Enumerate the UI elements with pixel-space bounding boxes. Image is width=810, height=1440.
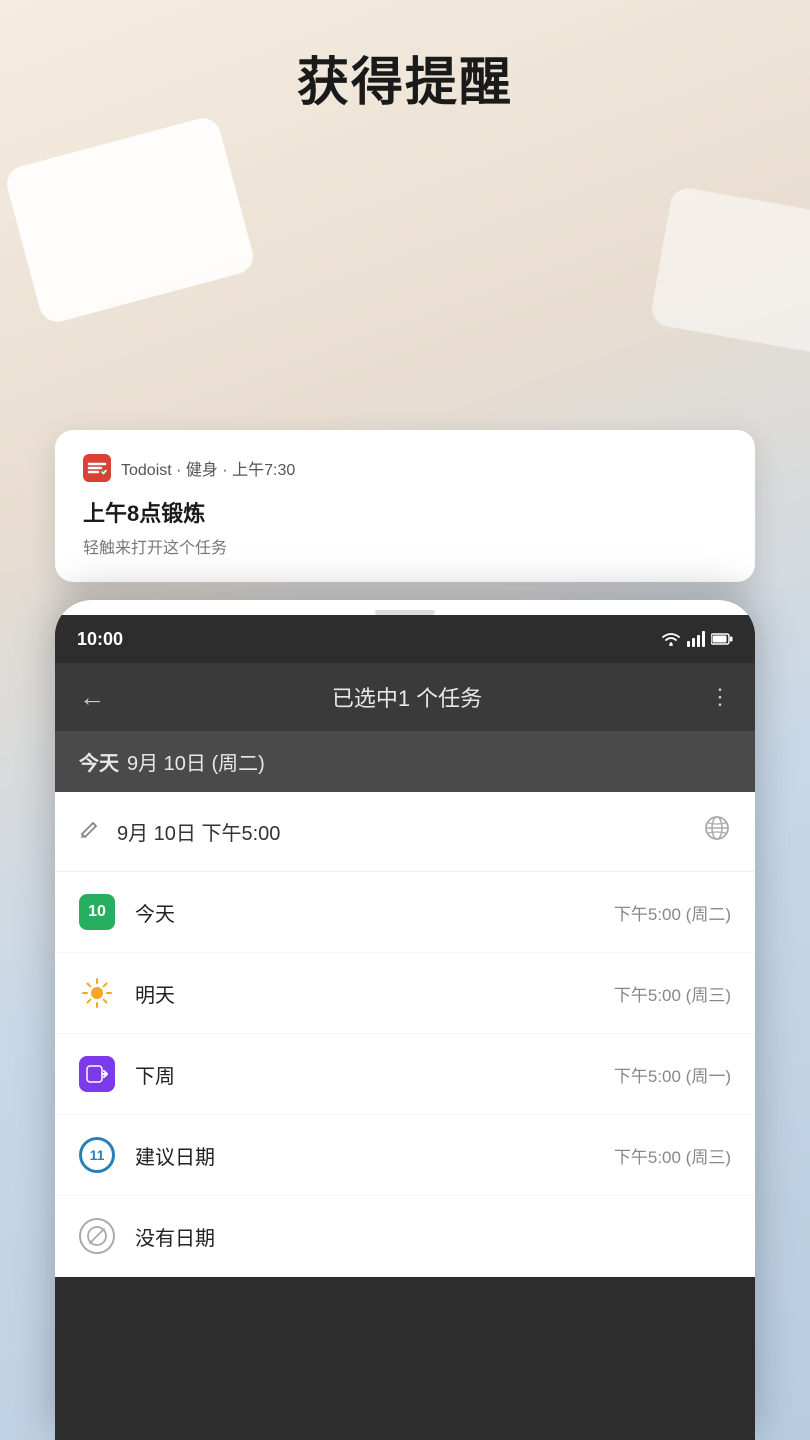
schedule-item-next-week[interactable]: 下周 下午5:00 (周一) (55, 1034, 755, 1115)
schedule-list: 10 今天 下午5:00 (周二) (55, 872, 755, 1277)
back-button[interactable]: ← (79, 682, 105, 713)
notification-header: Todoist · 健身 · 上午7:30 (83, 454, 727, 482)
no-date-label: 没有日期 (135, 1222, 215, 1251)
no-date-icon (79, 1218, 115, 1254)
globe-icon (703, 814, 731, 849)
app-header: ← 已选中1 个任务 ⋮ (55, 663, 755, 731)
page-title: 获得提醒 (0, 40, 810, 115)
status-time: 10:00 (77, 629, 123, 650)
schedule-item-today-left: 10 今天 (79, 894, 175, 930)
phone-mockup: 10:00 ← 已选中1 个任务 ⋮ (55, 600, 755, 1440)
schedule-item-next-week-left: 下周 (79, 1056, 175, 1092)
sun-icon (79, 975, 115, 1011)
next-week-time: 下午5:00 (周一) (614, 1062, 731, 1087)
next-week-icon (79, 1056, 115, 1092)
todoist-logo-icon (83, 454, 111, 482)
more-options-button[interactable]: ⋮ (709, 684, 731, 710)
schedule-item-tomorrow[interactable]: 明天 下午5:00 (周三) (55, 953, 755, 1034)
date-picker-text: 9月 10日 下午5:00 (117, 817, 280, 846)
suggest-label: 建议日期 (135, 1141, 215, 1170)
date-section-header: 今天 9月 10日 (周二) (55, 731, 755, 792)
status-icons (661, 631, 733, 647)
date-picker-row[interactable]: 9月 10日 下午5:00 (55, 792, 755, 872)
pull-bar (55, 600, 755, 615)
schedule-item-tomorrow-left: 明天 (79, 975, 175, 1011)
notification-meta: Todoist · 健身 · 上午7:30 (121, 456, 295, 480)
notification-card: Todoist · 健身 · 上午7:30 上午8点锻炼 轻触来打开这个任务 (55, 430, 755, 582)
wifi-icon (661, 631, 681, 647)
status-bar: 10:00 (55, 615, 755, 663)
today-icon: 10 (79, 894, 115, 930)
schedule-item-no-date-left: 没有日期 (79, 1218, 215, 1254)
date-section-label: 今天 9月 10日 (周二) (79, 753, 265, 775)
suggest-icon: 11 (79, 1137, 115, 1173)
phone-content: 9月 10日 下午5:00 10 今天 (55, 792, 755, 1277)
schedule-item-today[interactable]: 10 今天 下午5:00 (周二) (55, 872, 755, 953)
tomorrow-time: 下午5:00 (周三) (614, 981, 731, 1006)
today-label: 今天 (135, 898, 175, 927)
schedule-item-no-date[interactable]: 没有日期 (55, 1196, 755, 1277)
pencil-icon (79, 818, 101, 846)
today-time: 下午5:00 (周二) (614, 900, 731, 925)
today-label: 今天 (79, 753, 119, 775)
next-week-label: 下周 (135, 1060, 175, 1089)
tomorrow-label: 明天 (135, 979, 175, 1008)
pull-bar-indicator (375, 610, 435, 615)
battery-icon (711, 632, 733, 646)
date-picker-left: 9月 10日 下午5:00 (79, 817, 280, 846)
schedule-item-suggest[interactable]: 11 建议日期 下午5:00 (周三) (55, 1115, 755, 1196)
date-section-date: 9月 10日 (周二) (127, 753, 265, 775)
signal-icon (687, 631, 705, 647)
notification-subtitle: 轻触来打开这个任务 (83, 534, 727, 558)
suggest-time: 下午5:00 (周三) (614, 1143, 731, 1168)
schedule-item-suggest-left: 11 建议日期 (79, 1137, 215, 1173)
notification-title: 上午8点锻炼 (83, 496, 727, 528)
header-title: 已选中1 个任务 (332, 681, 482, 713)
